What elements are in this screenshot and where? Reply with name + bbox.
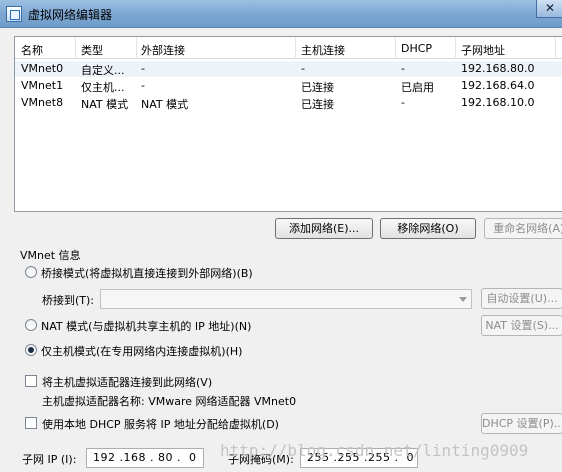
table-row[interactable]: VMnet0 自定义... - - - 192.168.80.0 (15, 61, 562, 77)
connect-adapter-checkbox[interactable] (25, 375, 37, 387)
bridged-mode-label[interactable]: 桥接模式(将虚拟机直接连接到外部网络)(B) (41, 265, 253, 281)
close-icon[interactable]: ✕ (536, 0, 562, 18)
vmnet-info-label: VMnet 信息 (20, 249, 81, 262)
subnet-ip-input[interactable]: 192 .168 . 80 . 0 (86, 448, 204, 468)
table-row[interactable]: VMnet1 仅主机... - 已连接 已启用 192.168.64.0 (15, 78, 562, 94)
column-divider[interactable] (555, 37, 556, 59)
table-row[interactable]: VMnet8 NAT 模式 NAT 模式 已连接 - 192.168.10.0 (15, 95, 562, 111)
col-header-type[interactable]: 类型 (81, 42, 103, 58)
nat-settings-button[interactable]: NAT 设置(S)... (481, 315, 562, 336)
cell-dhcp: - (401, 96, 405, 109)
cell-host: 已连接 (301, 98, 334, 111)
network-list[interactable]: 名称 类型 外部连接 主机连接 DHCP 子网地址 VMnet0 自定义... … (14, 36, 562, 212)
col-header-name[interactable]: 名称 (21, 42, 43, 58)
column-divider[interactable] (295, 37, 296, 59)
list-header: 名称 类型 外部连接 主机连接 DHCP 子网地址 (15, 37, 562, 59)
bridged-to-label: 桥接到(T): (42, 294, 95, 307)
cell-external: NAT 模式 (141, 98, 189, 111)
column-divider[interactable] (395, 37, 396, 59)
col-header-external[interactable]: 外部连接 (141, 42, 185, 58)
connect-adapter-label[interactable]: 将主机虚拟适配器连接到此网络(V) (42, 374, 212, 390)
host-only-mode-radio[interactable] (25, 344, 37, 356)
cell-dhcp: 已启用 (401, 81, 434, 94)
remove-network-button[interactable]: 移除网络(O) (380, 218, 476, 239)
cell-dhcp: - (401, 62, 405, 75)
cell-external: - (141, 79, 145, 92)
nat-mode-radio[interactable] (25, 319, 37, 331)
bridged-to-select[interactable] (100, 289, 472, 309)
cell-host: - (301, 62, 305, 75)
cell-name: VMnet8 (21, 96, 64, 109)
cell-type: 仅主机... (81, 81, 125, 94)
add-network-button[interactable]: 添加网络(E)... (275, 218, 373, 239)
subnet-ip-label: 子网 IP (I): (22, 453, 77, 466)
rename-network-button[interactable]: 重命名网络(A)... (484, 218, 562, 239)
cell-name: VMnet1 (21, 79, 64, 92)
column-divider[interactable] (455, 37, 456, 59)
column-divider[interactable] (136, 37, 137, 59)
col-header-host[interactable]: 主机连接 (301, 42, 345, 58)
use-dhcp-checkbox[interactable] (25, 417, 37, 429)
auto-settings-button[interactable]: 自动设置(U)... (481, 288, 562, 309)
column-divider[interactable] (75, 37, 76, 59)
nat-mode-label[interactable]: NAT 模式(与虚拟机共享主机的 IP 地址)(N) (41, 318, 251, 334)
cell-host: 已连接 (301, 81, 334, 94)
title-bar: 虚拟网络编辑器 ✕ (0, 0, 562, 28)
col-header-dhcp[interactable]: DHCP (401, 42, 432, 55)
cell-type: NAT 模式 (81, 98, 129, 111)
cell-subnet: 192.168.10.0 (461, 96, 535, 109)
cell-name: VMnet0 (21, 62, 64, 75)
adapter-name-label: 主机虚拟适配器名称: VMware 网络适配器 VMnet0 (42, 395, 297, 408)
window-title: 虚拟网络编辑器 (28, 8, 113, 22)
cell-subnet: 192.168.80.0 (461, 62, 535, 75)
network-editor-icon (6, 6, 22, 22)
col-header-subnet[interactable]: 子网地址 (461, 42, 505, 58)
chevron-down-icon (459, 297, 467, 302)
cell-type: 自定义... (81, 64, 125, 77)
watermark-text: http://blog.csdn.net/linting0909 (220, 441, 529, 460)
dhcp-settings-button[interactable]: DHCP 设置(P)... (481, 413, 562, 434)
cell-subnet: 192.168.64.0 (461, 79, 535, 92)
bridged-mode-radio[interactable] (25, 266, 37, 278)
use-dhcp-label[interactable]: 使用本地 DHCP 服务将 IP 地址分配给虚拟机(D) (42, 416, 279, 432)
host-only-mode-label[interactable]: 仅主机模式(在专用网络内连接虚拟机)(H) (41, 343, 242, 359)
cell-external: - (141, 62, 145, 75)
